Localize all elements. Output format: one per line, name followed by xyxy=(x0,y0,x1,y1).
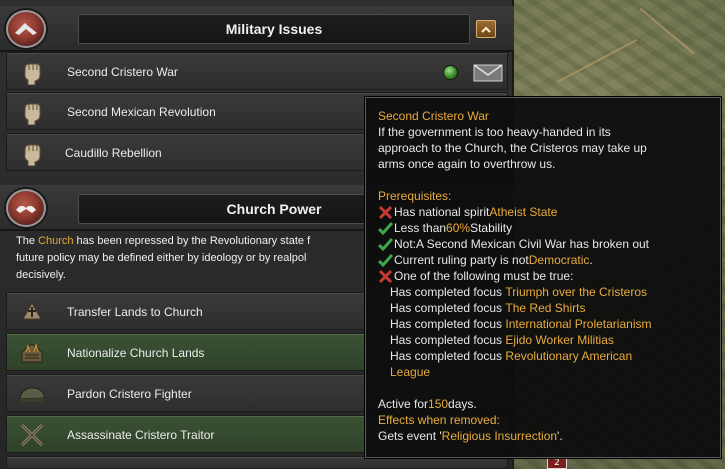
prereq-atheist-state: Has national spirit Atheist State xyxy=(378,204,720,220)
tooltip-desc-line: arms once again to overthrow us. xyxy=(378,157,556,171)
church-emblem-icon xyxy=(6,189,46,227)
focus-requirement-wrap: League xyxy=(390,365,431,379)
checkmark-icon xyxy=(378,221,393,235)
prereq-stability: Less than 60% Stability xyxy=(378,220,720,236)
military-issues-header: Military Issues xyxy=(0,6,514,52)
tooltip-desc-line: approach to the Church, the Cristeros ma… xyxy=(378,141,647,155)
focus-requirement: Has completed focus Revolutionary Americ… xyxy=(390,349,633,363)
tooltip-title: Second Cristero War xyxy=(378,109,489,123)
effect-event: Gets event ' Religious Insurrection '. xyxy=(378,429,563,443)
decision-label: Assassinate Cristero Traitor xyxy=(67,428,215,442)
decision-label: Nationalize Church Lands xyxy=(67,346,205,360)
cross-icon xyxy=(378,205,393,219)
collapse-button[interactable] xyxy=(476,20,496,38)
church-deed-icon xyxy=(17,297,47,327)
decision-label: Second Cristero War xyxy=(67,65,178,79)
fist-icon xyxy=(17,138,47,168)
envelope-icon[interactable] xyxy=(473,63,503,83)
prereq-no-civil-war: Not:A Second Mexican Civil War has broke… xyxy=(378,236,720,252)
decision-label: Second Mexican Revolution xyxy=(67,105,216,119)
focus-requirement: Has completed focus Triumph over the Cri… xyxy=(390,285,648,299)
decision-label: Transfer Lands to Church xyxy=(67,305,203,319)
decision-label: Pardon Cristero Fighter xyxy=(67,387,192,401)
status-indicator xyxy=(443,65,458,80)
checkmark-icon xyxy=(378,253,393,267)
decision-tooltip: Second Cristero War If the government is… xyxy=(365,97,721,458)
effects-label: Effects when removed: xyxy=(378,413,500,427)
prerequisites-label: Prerequisites: xyxy=(378,189,452,203)
checkmark-icon xyxy=(378,237,393,251)
soldier-cap-icon xyxy=(17,379,47,409)
cross-icon xyxy=(378,269,393,283)
decision-label: Caudillo Rebellion xyxy=(65,146,162,160)
fist-icon xyxy=(17,97,47,127)
military-issues-title: Military Issues xyxy=(78,14,470,44)
church-highlight: Church xyxy=(38,235,74,247)
crossed-rifles-icon xyxy=(17,420,47,450)
focus-requirement: Has completed focus The Red Shirts xyxy=(390,301,586,315)
burning-church-icon xyxy=(17,338,47,368)
military-emblem-icon xyxy=(6,10,46,48)
focus-requirement: Has completed focus International Prolet… xyxy=(390,317,652,331)
focus-requirement: Has completed focus Ejido Worker Militia… xyxy=(390,333,614,347)
active-duration: Active for 150 days. xyxy=(378,397,477,411)
decision-row-second-cristero-war[interactable]: Second Cristero War xyxy=(6,52,508,90)
map-unit-badge[interactable]: 2 xyxy=(547,458,567,469)
fist-icon xyxy=(17,57,47,87)
prereq-one-of: One of the following must be true: xyxy=(378,268,720,284)
chevron-up-icon xyxy=(481,26,491,33)
prereq-ruling-party: Current ruling party is not Democratic. xyxy=(378,252,720,268)
tooltip-desc-line: If the government is too heavy-handed in… xyxy=(378,125,611,139)
